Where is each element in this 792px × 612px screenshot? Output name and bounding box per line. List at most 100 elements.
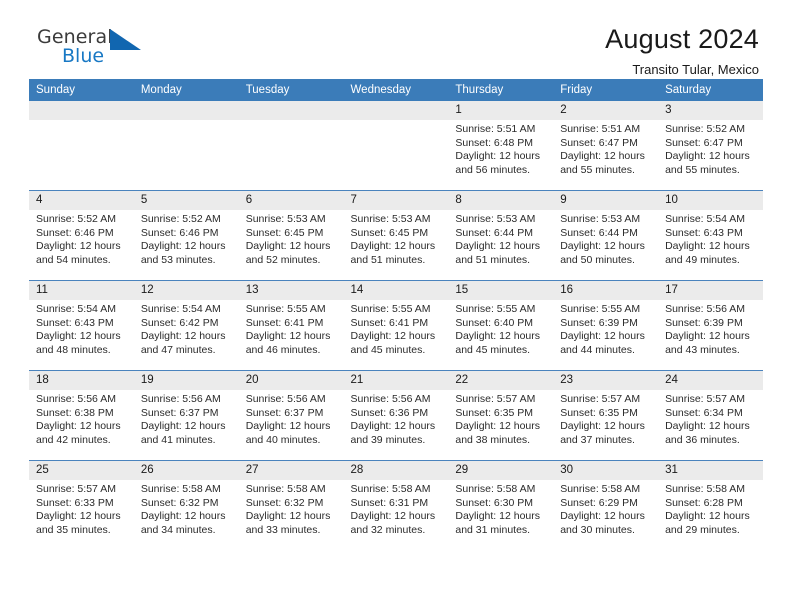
sunrise-text: Sunrise: 5:55 AM xyxy=(350,303,431,315)
weekday-header-saturday: Saturday xyxy=(658,79,763,101)
day-cell-content xyxy=(29,101,134,190)
day-number: 21 xyxy=(343,371,449,390)
day-sun-info: Sunrise: 5:58 AM Sunset: 6:32 PM Daylight:… xyxy=(239,480,344,537)
day-sun-info: Sunrise: 5:56 AM Sunset: 6:38 PM Daylight:… xyxy=(29,390,134,447)
day-number: 26 xyxy=(133,461,239,480)
calendar-day-cell[interactable]: 30 Sunrise: 5:58 AM Sunset: 6:29 PM Dayligh… xyxy=(553,460,659,550)
sunset-text: Sunset: 6:32 PM xyxy=(245,496,324,509)
day-cell-content: 2 Sunrise: 5:51 AM Sunset: 6:47 PM Daylight… xyxy=(553,101,659,190)
sunrise-text: Sunrise: 5:55 AM xyxy=(455,303,536,315)
day-number xyxy=(238,101,344,120)
calendar-day-cell[interactable]: 21 Sunrise: 5:56 AM Sunset: 6:36 PM Dayligh… xyxy=(343,370,449,461)
daylight-text-line1: Daylight: 12 hours xyxy=(36,240,121,253)
day-sun-info: Sunrise: 5:54 AM Sunset: 6:42 PM Daylight:… xyxy=(134,300,239,357)
weekday-header-friday: Friday xyxy=(553,79,659,101)
daylight-text-line1: Daylight: 12 hours xyxy=(560,150,645,163)
weekday-header-thursday: Thursday xyxy=(448,79,554,101)
daylight-text-line1: Daylight: 12 hours xyxy=(455,150,541,163)
general-blue-logo[interactable]: General Blue xyxy=(37,26,157,72)
sunrise-text: Sunrise: 5:57 AM xyxy=(665,393,746,405)
daylight-text-line1: Daylight: 12 hours xyxy=(140,240,226,253)
day-number: 22 xyxy=(448,371,554,390)
daylight-text-line2: and 30 minutes. xyxy=(560,523,635,536)
calendar-day-cell[interactable] xyxy=(29,101,134,191)
day-cell-content xyxy=(238,101,344,190)
daylight-text-line1: Daylight: 12 hours xyxy=(140,420,226,433)
sunset-text: Sunset: 6:43 PM xyxy=(665,226,743,239)
calendar-day-cell[interactable]: 13 Sunrise: 5:55 AM Sunset: 6:41 PM Dayligh… xyxy=(238,280,344,371)
title-block: August 2024 Transito Tular, Mexico xyxy=(605,24,759,79)
calendar-day-cell[interactable]: 16 Sunrise: 5:55 AM Sunset: 6:39 PM Dayligh… xyxy=(553,280,659,371)
day-cell-content: 10 Sunrise: 5:54 AM Sunset: 6:43 PM Dayligh… xyxy=(658,191,763,280)
calendar-body: 1 Sunrise: 5:51 AM Sunset: 6:48 PM Daylight… xyxy=(29,101,763,550)
calendar-day-cell[interactable] xyxy=(133,101,239,191)
day-number: 15 xyxy=(448,281,554,300)
day-number: 13 xyxy=(238,281,344,300)
day-cell-content: 4 Sunrise: 5:52 AM Sunset: 6:46 PM Daylight… xyxy=(29,191,134,280)
calendar-day-cell[interactable]: 11 Sunrise: 5:54 AM Sunset: 6:43 PM Dayligh… xyxy=(29,280,134,371)
sunset-text: Sunset: 6:31 PM xyxy=(350,496,429,509)
calendar-day-cell[interactable]: 15 Sunrise: 5:55 AM Sunset: 6:40 PM Dayligh… xyxy=(448,280,554,371)
calendar-day-cell[interactable]: 4 Sunrise: 5:52 AM Sunset: 6:46 PM Daylight… xyxy=(29,190,134,281)
calendar-day-cell[interactable]: 3 Sunrise: 5:52 AM Sunset: 6:47 PM Daylight… xyxy=(658,101,763,191)
calendar-day-cell[interactable]: 1 Sunrise: 5:51 AM Sunset: 6:48 PM Daylight… xyxy=(448,101,554,191)
calendar-day-cell[interactable]: 7 Sunrise: 5:53 AM Sunset: 6:45 PM Daylight… xyxy=(343,190,449,281)
calendar-day-cell[interactable]: 29 Sunrise: 5:58 AM Sunset: 6:30 PM Dayligh… xyxy=(448,460,554,550)
calendar-day-cell[interactable]: 24 Sunrise: 5:57 AM Sunset: 6:34 PM Dayligh… xyxy=(658,370,763,461)
sunset-text: Sunset: 6:37 PM xyxy=(140,406,219,419)
calendar-day-cell[interactable]: 27 Sunrise: 5:58 AM Sunset: 6:32 PM Dayligh… xyxy=(238,460,344,550)
day-cell-content: 24 Sunrise: 5:57 AM Sunset: 6:34 PM Dayligh… xyxy=(658,371,763,460)
sunset-text: Sunset: 6:34 PM xyxy=(665,406,743,419)
day-number: 5 xyxy=(133,191,239,210)
daylight-text-line2: and 49 minutes. xyxy=(665,253,740,266)
calendar-day-cell[interactable]: 25 Sunrise: 5:57 AM Sunset: 6:33 PM Dayligh… xyxy=(29,460,134,550)
calendar-day-cell[interactable]: 9 Sunrise: 5:53 AM Sunset: 6:44 PM Daylight… xyxy=(553,190,659,281)
calendar-day-cell[interactable]: 17 Sunrise: 5:56 AM Sunset: 6:39 PM Dayligh… xyxy=(658,280,763,371)
sunset-text: Sunset: 6:30 PM xyxy=(455,496,534,509)
calendar-day-cell[interactable]: 31 Sunrise: 5:58 AM Sunset: 6:28 PM Dayligh… xyxy=(658,460,763,550)
calendar-day-cell[interactable]: 28 Sunrise: 5:58 AM Sunset: 6:31 PM Dayligh… xyxy=(343,460,449,550)
daylight-text-line2: and 55 minutes. xyxy=(665,163,740,176)
sunrise-text: Sunrise: 5:52 AM xyxy=(36,213,116,225)
calendar-day-cell[interactable] xyxy=(343,101,449,191)
calendar-day-cell[interactable]: 6 Sunrise: 5:53 AM Sunset: 6:45 PM Daylight… xyxy=(238,190,344,281)
calendar-day-cell[interactable]: 2 Sunrise: 5:51 AM Sunset: 6:47 PM Daylight… xyxy=(553,101,659,191)
day-cell-content: 30 Sunrise: 5:58 AM Sunset: 6:29 PM Dayligh… xyxy=(553,461,659,550)
day-sun-info: Sunrise: 5:55 AM Sunset: 6:40 PM Daylight:… xyxy=(448,300,553,357)
daylight-text-line2: and 39 minutes. xyxy=(350,433,426,446)
daylight-text-line1: Daylight: 12 hours xyxy=(560,240,645,253)
day-cell-content: 31 Sunrise: 5:58 AM Sunset: 6:28 PM Dayligh… xyxy=(658,461,763,550)
triangle-icon xyxy=(110,29,141,50)
calendar-day-cell[interactable]: 26 Sunrise: 5:58 AM Sunset: 6:32 PM Dayligh… xyxy=(133,460,239,550)
calendar-day-cell[interactable]: 8 Sunrise: 5:53 AM Sunset: 6:44 PM Daylight… xyxy=(448,190,554,281)
calendar-day-cell[interactable]: 23 Sunrise: 5:57 AM Sunset: 6:35 PM Dayligh… xyxy=(553,370,659,461)
sunset-text: Sunset: 6:44 PM xyxy=(455,226,534,239)
day-cell-content: 3 Sunrise: 5:52 AM Sunset: 6:47 PM Daylight… xyxy=(658,101,763,190)
page-subtitle: Transito Tular, Mexico xyxy=(632,62,759,77)
calendar-day-cell[interactable]: 10 Sunrise: 5:54 AM Sunset: 6:43 PM Dayligh… xyxy=(658,190,763,281)
day-sun-info: Sunrise: 5:54 AM Sunset: 6:43 PM Daylight:… xyxy=(658,210,763,267)
calendar-day-cell[interactable]: 14 Sunrise: 5:55 AM Sunset: 6:41 PM Dayligh… xyxy=(343,280,449,371)
daylight-text-line2: and 32 minutes. xyxy=(350,523,426,536)
calendar-day-cell[interactable]: 22 Sunrise: 5:57 AM Sunset: 6:35 PM Dayligh… xyxy=(448,370,554,461)
page-title: August 2024 xyxy=(605,24,759,54)
daylight-text-line1: Daylight: 12 hours xyxy=(455,420,541,433)
day-number xyxy=(133,101,239,120)
day-number: 25 xyxy=(29,461,134,480)
calendar-day-cell[interactable]: 12 Sunrise: 5:54 AM Sunset: 6:42 PM Dayligh… xyxy=(133,280,239,371)
day-number: 11 xyxy=(29,281,134,300)
daylight-text-line1: Daylight: 12 hours xyxy=(140,510,226,523)
calendar-day-cell[interactable]: 18 Sunrise: 5:56 AM Sunset: 6:38 PM Dayligh… xyxy=(29,370,134,461)
day-cell-content: 1 Sunrise: 5:51 AM Sunset: 6:48 PM Daylight… xyxy=(448,101,554,190)
day-sun-info: Sunrise: 5:54 AM Sunset: 6:43 PM Daylight:… xyxy=(29,300,134,357)
calendar-day-cell[interactable]: 5 Sunrise: 5:52 AM Sunset: 6:46 PM Daylight… xyxy=(133,190,239,281)
daylight-text-line1: Daylight: 12 hours xyxy=(560,330,645,343)
sunrise-text: Sunrise: 5:52 AM xyxy=(140,213,221,225)
calendar-day-cell[interactable]: 19 Sunrise: 5:56 AM Sunset: 6:37 PM Dayligh… xyxy=(133,370,239,461)
daylight-text-line2: and 38 minutes. xyxy=(455,433,531,446)
calendar-day-cell[interactable]: 20 Sunrise: 5:56 AM Sunset: 6:37 PM Dayligh… xyxy=(238,370,344,461)
calendar-day-cell[interactable] xyxy=(238,101,344,191)
day-number: 19 xyxy=(133,371,239,390)
sunset-text: Sunset: 6:38 PM xyxy=(36,406,114,419)
day-cell-content: 25 Sunrise: 5:57 AM Sunset: 6:33 PM Dayligh… xyxy=(29,461,134,550)
